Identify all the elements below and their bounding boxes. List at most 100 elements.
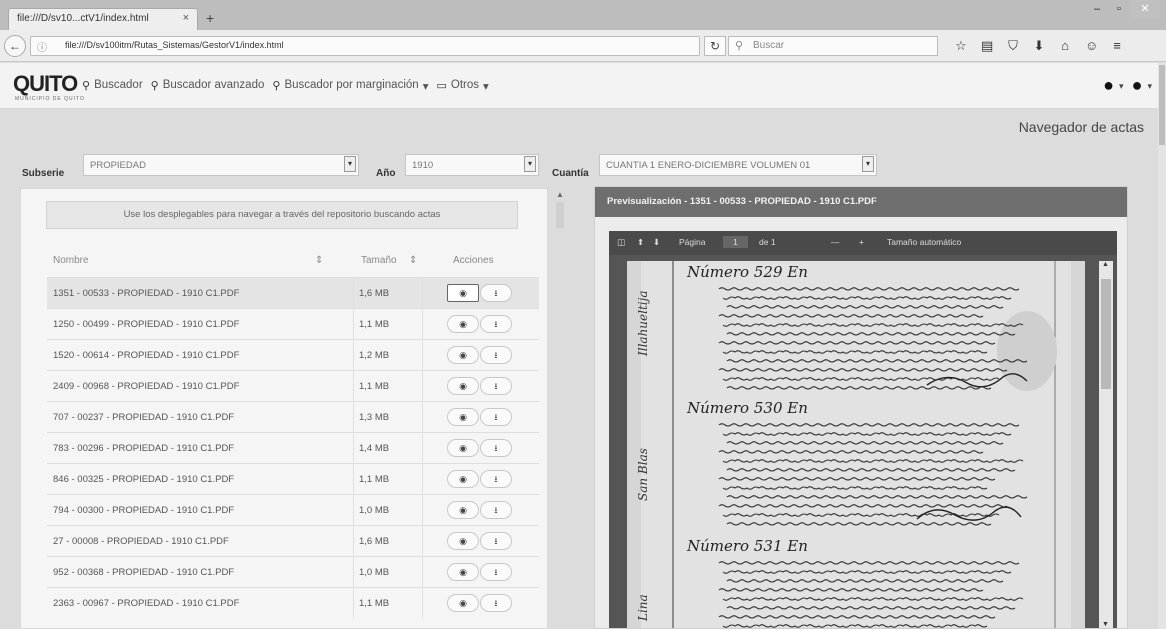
file-name[interactable]: 1520 - 00614 - PROPIEDAD - 1910 C1.PDF bbox=[53, 350, 239, 361]
back-button[interactable]: ← bbox=[4, 35, 26, 57]
cuantia-select[interactable]: CUANTIA 1 ENERO-DICIEMBRE VOLUMEN 01 ▾ bbox=[599, 154, 877, 176]
hamburger-menu-icon[interactable]: ≡ bbox=[1111, 38, 1123, 54]
view-button[interactable]: ◉ bbox=[447, 532, 479, 550]
zoom-in-button[interactable]: + bbox=[859, 237, 864, 247]
anio-select[interactable]: 1910 ▾ bbox=[405, 154, 539, 176]
view-button[interactable]: ◉ bbox=[447, 470, 479, 488]
menu-item-buscador[interactable]: ⚲ Buscador bbox=[82, 79, 143, 93]
library-icon[interactable]: ▤ bbox=[981, 38, 993, 54]
quito-logo[interactable]: QUITO bbox=[13, 71, 78, 97]
table-row[interactable]: 27 - 00008 - PROPIEDAD - 1910 C1.PDF 1,6 … bbox=[47, 525, 539, 556]
view-button[interactable]: ◉ bbox=[447, 439, 479, 457]
download-button[interactable]: ⭳ bbox=[480, 594, 512, 612]
arrow-up-icon[interactable]: ⬆ bbox=[637, 237, 644, 248]
table-row[interactable]: 1351 - 00533 - PROPIEDAD - 1910 C1.PDF 1,… bbox=[47, 277, 539, 308]
file-name[interactable]: 2409 - 00968 - PROPIEDAD - 1910 C1.PDF bbox=[53, 381, 239, 392]
pdf-viewer[interactable]: Número 529 En Número 530 En Número 531 E… bbox=[609, 255, 1117, 628]
sort-icon[interactable]: ⇕ bbox=[409, 255, 417, 266]
view-button[interactable]: ◉ bbox=[447, 563, 479, 581]
file-name[interactable]: 707 - 00237 - PROPIEDAD - 1910 C1.PDF bbox=[53, 412, 234, 423]
file-name[interactable]: 1250 - 00499 - PROPIEDAD - 1910 C1.PDF bbox=[53, 319, 239, 330]
menu-item-buscador-marginacion[interactable]: ⚲ Buscador por marginación ▾ bbox=[272, 79, 428, 93]
bookmark-star-icon[interactable]: ☆ bbox=[955, 38, 967, 54]
file-name[interactable]: 783 - 00296 - PROPIEDAD - 1910 C1.PDF bbox=[53, 443, 234, 454]
sort-icon[interactable]: ⇕ bbox=[315, 255, 323, 266]
search-icon: ⚲ bbox=[150, 80, 159, 92]
info-icon[interactable]: ⓘ bbox=[37, 39, 47, 54]
download-button[interactable]: ⭳ bbox=[480, 501, 512, 519]
reload-button[interactable]: ↻ bbox=[704, 36, 726, 56]
close-window-button[interactable]: ✕ bbox=[1130, 0, 1160, 18]
pdf-scrollbar[interactable]: ▲ ▼ bbox=[1099, 261, 1113, 628]
file-name[interactable]: 794 - 00300 - PROPIEDAD - 1910 C1.PDF bbox=[53, 505, 234, 516]
page-number-input[interactable]: 1 bbox=[723, 236, 748, 248]
minimize-button[interactable]: – bbox=[1086, 0, 1108, 18]
file-name[interactable]: 1351 - 00533 - PROPIEDAD - 1910 C1.PDF bbox=[53, 288, 239, 299]
scroll-down-icon[interactable]: ▼ bbox=[1102, 621, 1109, 628]
user-menu-1[interactable]: ● ▾ bbox=[1103, 75, 1123, 96]
file-name[interactable]: 952 - 00368 - PROPIEDAD - 1910 C1.PDF bbox=[53, 567, 234, 578]
column-divider bbox=[422, 433, 423, 463]
url-bar[interactable]: ⓘ file:///D/sv100itm/Rutas_Sistemas/Gest… bbox=[30, 36, 700, 56]
file-name[interactable]: 846 - 00325 - PROPIEDAD - 1910 C1.PDF bbox=[53, 474, 234, 485]
maximize-button[interactable]: ▫ bbox=[1108, 0, 1130, 18]
download-button[interactable]: ⭳ bbox=[480, 563, 512, 581]
zoom-select[interactable]: Tamaño automático bbox=[887, 237, 961, 247]
sidebar-toggle-icon[interactable]: ◫ bbox=[617, 237, 625, 248]
view-button[interactable]: ◉ bbox=[447, 284, 479, 302]
window-scrollbar[interactable] bbox=[1158, 63, 1166, 629]
download-button[interactable]: ⭳ bbox=[480, 346, 512, 364]
anio-value: 1910 bbox=[412, 160, 434, 171]
file-name[interactable]: 2363 - 00967 - PROPIEDAD - 1910 C1.PDF bbox=[53, 598, 239, 609]
view-button[interactable]: ◉ bbox=[447, 594, 479, 612]
scrollbar-thumb[interactable] bbox=[1101, 279, 1111, 389]
extension-icon[interactable]: ☺ bbox=[1085, 38, 1098, 54]
table-row[interactable]: 1250 - 00499 - PROPIEDAD - 1910 C1.PDF 1,… bbox=[47, 308, 539, 339]
view-button[interactable]: ◉ bbox=[447, 408, 479, 426]
home-icon[interactable]: ⌂ bbox=[1059, 38, 1071, 54]
table-row[interactable]: 2409 - 00968 - PROPIEDAD - 1910 C1.PDF 1,… bbox=[47, 370, 539, 401]
eye-icon: ◉ bbox=[459, 412, 467, 422]
arrow-down-icon[interactable]: ⬇ bbox=[653, 237, 660, 248]
download-button[interactable]: ⭳ bbox=[480, 470, 512, 488]
download-button[interactable]: ⭳ bbox=[480, 315, 512, 333]
zoom-out-button[interactable]: — bbox=[831, 237, 840, 247]
view-button[interactable]: ◉ bbox=[447, 377, 479, 395]
scanned-document-page: Número 529 En Número 530 En Número 531 E… bbox=[627, 261, 1085, 628]
table-row[interactable]: 1520 - 00614 - PROPIEDAD - 1910 C1.PDF 1,… bbox=[47, 339, 539, 370]
menu-item-otros[interactable]: ▭ Otros ▾ bbox=[436, 79, 488, 93]
scrollbar-thumb[interactable] bbox=[556, 202, 564, 228]
table-row[interactable]: 783 - 00296 - PROPIEDAD - 1910 C1.PDF 1,4… bbox=[47, 432, 539, 463]
table-row[interactable]: 2363 - 00967 - PROPIEDAD - 1910 C1.PDF 1,… bbox=[47, 587, 539, 618]
scroll-up-icon[interactable]: ▲ bbox=[556, 190, 564, 199]
table-row[interactable]: 794 - 00300 - PROPIEDAD - 1910 C1.PDF 1,0… bbox=[47, 494, 539, 525]
scroll-up-icon[interactable]: ▲ bbox=[1102, 261, 1109, 268]
view-button[interactable]: ◉ bbox=[447, 346, 479, 364]
column-header-nombre[interactable]: Nombre bbox=[53, 255, 89, 266]
user-menu-2[interactable]: ● ▾ bbox=[1132, 75, 1152, 96]
table-row[interactable]: 952 - 00368 - PROPIEDAD - 1910 C1.PDF 1,0… bbox=[47, 556, 539, 587]
download-icon[interactable]: ⬇ bbox=[1033, 38, 1045, 54]
menu-item-buscador-avanzado[interactable]: ⚲ Buscador avanzado bbox=[151, 79, 265, 93]
menu-label: Buscador avanzado bbox=[162, 79, 265, 91]
browser-tab[interactable]: file:///D/sv10...ctV1/index.html × bbox=[8, 8, 198, 30]
column-header-tamano[interactable]: Tamaño bbox=[361, 255, 397, 266]
new-tab-button[interactable]: + bbox=[206, 10, 214, 26]
download-button[interactable]: ⭳ bbox=[480, 532, 512, 550]
download-button[interactable]: ⭳ bbox=[480, 377, 512, 395]
view-button[interactable]: ◉ bbox=[447, 315, 479, 333]
file-name[interactable]: 27 - 00008 - PROPIEDAD - 1910 C1.PDF bbox=[53, 536, 229, 547]
download-button[interactable]: ⭳ bbox=[480, 408, 512, 426]
list-scrollbar[interactable]: ▲ bbox=[555, 190, 565, 629]
scrollbar-thumb[interactable] bbox=[1159, 65, 1165, 145]
view-button[interactable]: ◉ bbox=[447, 501, 479, 519]
download-button[interactable]: ⭳ bbox=[480, 284, 512, 302]
download-button[interactable]: ⭳ bbox=[480, 439, 512, 457]
subserie-select[interactable]: PROPIEDAD ▾ bbox=[83, 154, 359, 176]
table-row[interactable]: 707 - 00237 - PROPIEDAD - 1910 C1.PDF 1,3… bbox=[47, 401, 539, 432]
browser-search-input[interactable]: ⚲ Buscar bbox=[728, 36, 938, 56]
tab-close-icon[interactable]: × bbox=[183, 12, 189, 24]
pocket-icon[interactable]: ⛉ bbox=[1007, 38, 1019, 54]
chevron-down-icon: ▾ bbox=[483, 81, 489, 93]
table-row[interactable]: 846 - 00325 - PROPIEDAD - 1910 C1.PDF 1,1… bbox=[47, 463, 539, 494]
